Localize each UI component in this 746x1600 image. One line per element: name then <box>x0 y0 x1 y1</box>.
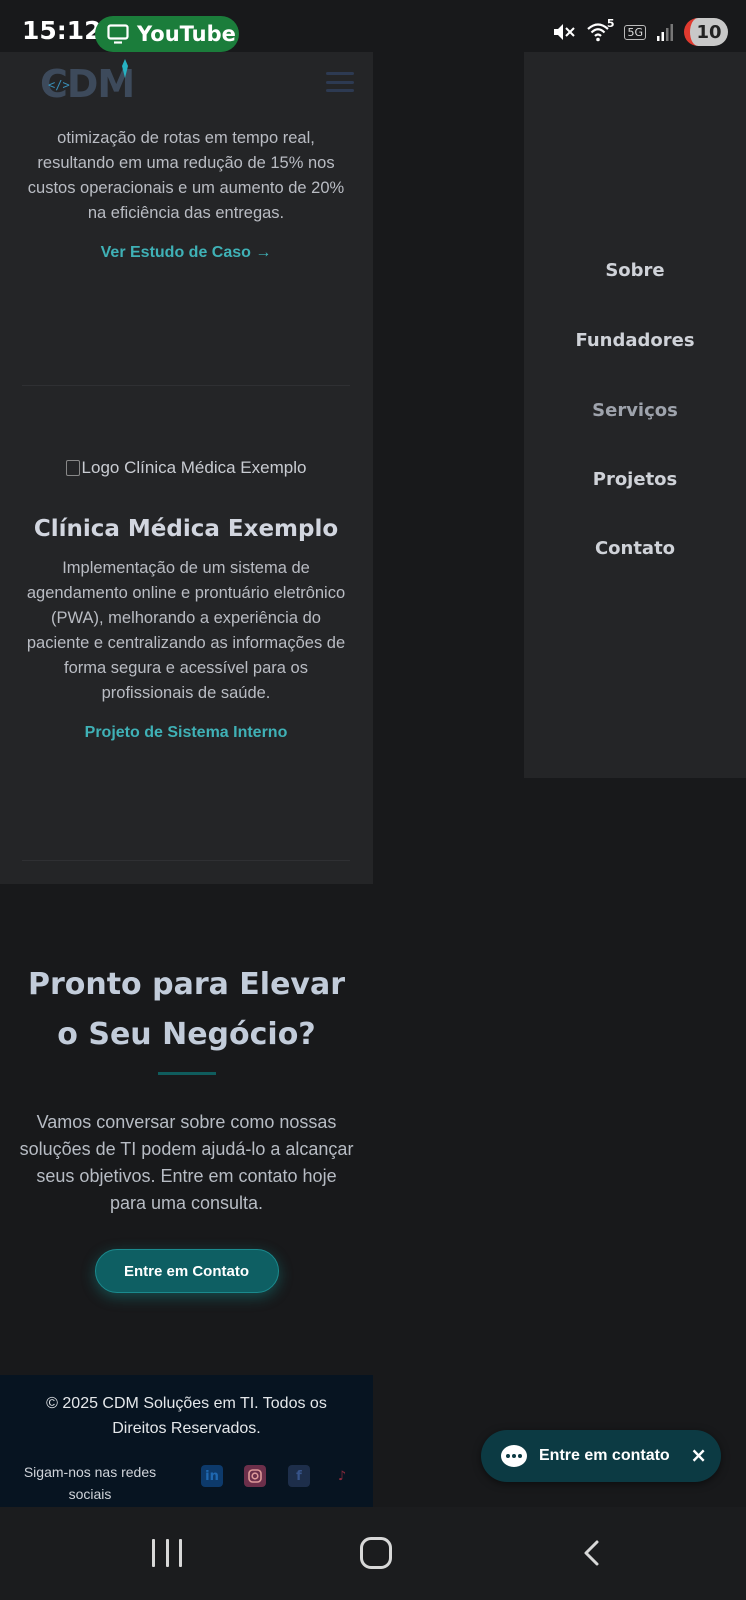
recent-apps-button[interactable] <box>152 1539 182 1567</box>
tiktok-icon[interactable]: ♪ <box>331 1465 353 1487</box>
contact-button[interactable]: Entre em Contato <box>94 1249 279 1293</box>
menu-bar <box>326 72 354 75</box>
cdm-logo[interactable]: CDM </> <box>40 59 140 106</box>
footer-follow-text: Sigam-nos nas redes sociais <box>23 1464 157 1502</box>
network-5g: 5G <box>624 24 646 40</box>
svg-text:</>: </> <box>48 78 70 92</box>
signal-icon <box>657 24 673 41</box>
status-icons: 5 5G 10 <box>552 17 728 46</box>
footer-copyright: © 2025 CDM Soluções em TI. Todos os Dire… <box>46 1395 327 1437</box>
wifi-badge: 5 <box>606 17 615 30</box>
broken-image-icon <box>65 460 80 476</box>
menu-item-fundadores[interactable]: Fundadores <box>524 330 746 351</box>
case-study-description: otimização de rotas em tempo real, resul… <box>27 129 345 222</box>
site-header: CDM </> <box>0 52 373 112</box>
case-study-link[interactable]: Ver Estudo de Caso → <box>101 244 272 262</box>
hamburger-menu-button[interactable] <box>326 72 354 92</box>
home-button[interactable] <box>360 1537 392 1569</box>
system-nav-bar <box>0 1507 746 1600</box>
menu-bar <box>326 80 354 84</box>
project-card: Logo Clínica Médica Exemplo Clínica Médi… <box>22 386 350 861</box>
cta-section: Pronto para Elevar o Seu Negócio? Vamos … <box>0 960 373 1293</box>
youtube-pill-label: YouTube <box>137 22 236 46</box>
menu-item-servicos[interactable]: Serviços <box>524 400 746 421</box>
logo-pen-icon <box>122 59 128 78</box>
wifi-icon: 5 <box>586 17 614 43</box>
cta-title: Pronto para Elevar o Seu Negócio? <box>27 967 346 1052</box>
project-link[interactable]: Projeto de Sistema Interno <box>85 724 288 742</box>
close-icon[interactable]: × <box>690 1443 707 1467</box>
back-button[interactable] <box>578 1539 606 1567</box>
website: otimização de rotas em tempo real, resul… <box>0 52 373 1507</box>
instagram-icon[interactable] <box>244 1465 266 1487</box>
project-description: Implementação de um sistema de agendamen… <box>26 559 346 702</box>
case-study-card: otimização de rotas em tempo real, resul… <box>22 126 350 386</box>
status-time: 15:12 <box>22 16 102 45</box>
chat-widget-label: Entre em contato <box>539 1447 670 1464</box>
status-bar: 15:12 YouTube 5 5G 10 <box>0 0 746 52</box>
battery-indicator: 10 <box>684 18 728 46</box>
screen-cast-icon <box>107 24 129 44</box>
facebook-icon[interactable]: f <box>288 1465 310 1487</box>
menu-item-projetos[interactable]: Projetos <box>524 469 746 490</box>
project-logo-image: Logo Clínica Médica Exemplo <box>22 458 350 478</box>
cta-divider <box>157 1072 216 1075</box>
projects-section: otimização de rotas em tempo real, resul… <box>0 52 373 884</box>
logo-code-icon: </> <box>48 78 70 92</box>
chat-bubble-icon <box>501 1445 527 1467</box>
menu-item-sobre[interactable]: Sobre <box>524 260 746 281</box>
linkedin-icon[interactable]: in <box>201 1465 223 1487</box>
youtube-pill[interactable]: YouTube <box>95 16 239 52</box>
mute-icon <box>554 24 576 40</box>
side-menu-drawer: Sobre Fundadores Serviços Projetos Conta… <box>524 52 746 778</box>
project-logo-alt-text: Logo Clínica Médica Exemplo <box>81 458 307 477</box>
project-title: Clínica Médica Exemplo <box>33 516 339 542</box>
menu-bar <box>326 89 354 92</box>
footer: © 2025 CDM Soluções em TI. Todos os Dire… <box>0 1375 373 1507</box>
menu-item-contato[interactable]: Contato <box>524 538 746 559</box>
chat-widget[interactable]: Entre em contato × <box>481 1430 721 1482</box>
cta-text: Vamos conversar sobre como nossas soluçõ… <box>19 1112 354 1213</box>
